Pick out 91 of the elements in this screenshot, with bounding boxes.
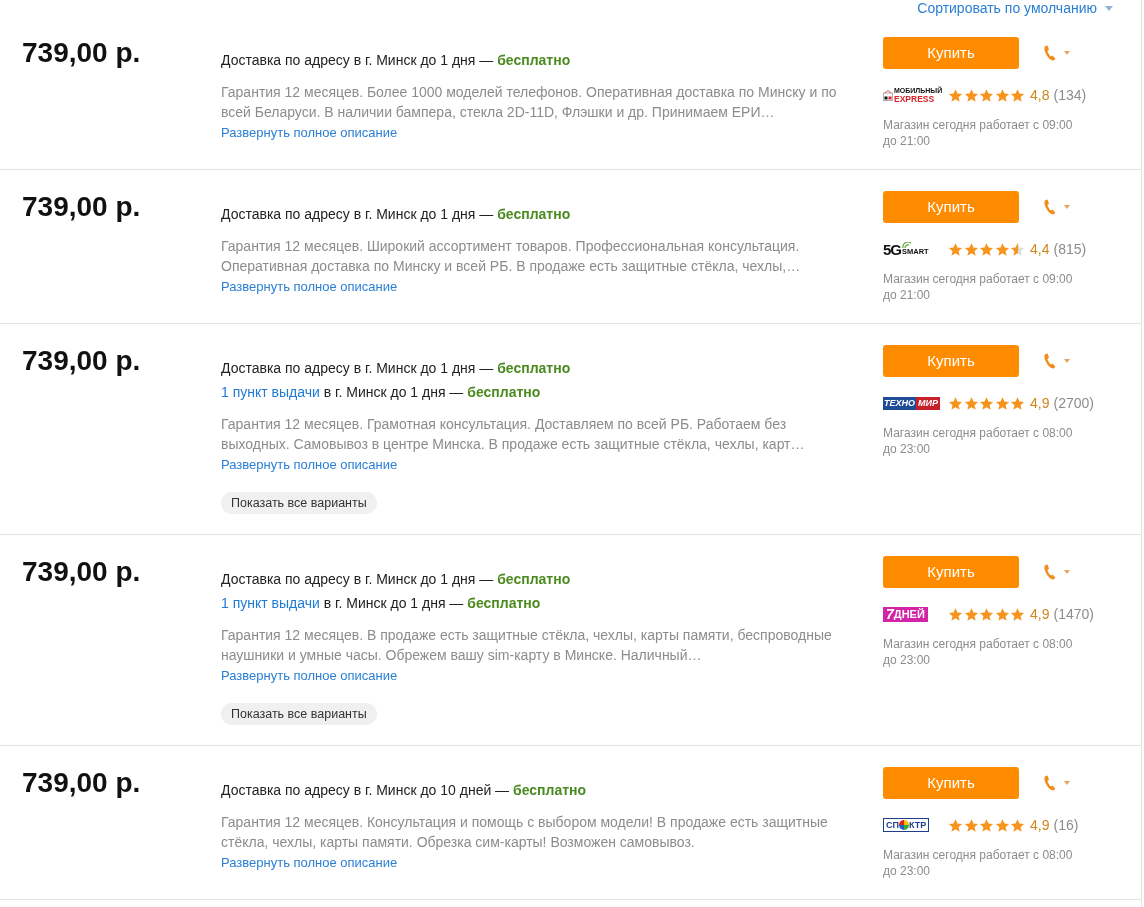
review-count: (134) (1053, 86, 1087, 105)
star-icon (963, 395, 979, 411)
store-logo: 7ДНЕЙ (883, 606, 928, 622)
store-hours: Магазин сегодня работает с 09:00 до 21:00 (883, 117, 1074, 149)
star-icon (963, 241, 979, 257)
sort-link[interactable]: Сортировать по умолчанию (917, 0, 1097, 16)
expand-description-link[interactable]: Развернуть полное описание (221, 279, 398, 295)
buy-button[interactable]: Купить (883, 556, 1019, 588)
star-icon (963, 606, 979, 622)
rating-value: 4,9 (1030, 816, 1050, 835)
pickup-points-link[interactable]: 1 пункт выдачи (221, 384, 320, 400)
star-icon (948, 241, 963, 257)
signal-arcs-icon (902, 242, 912, 248)
star-icon (948, 87, 963, 103)
star-icon (994, 395, 1010, 411)
star-icon (948, 606, 963, 622)
offer-description: Гарантия 12 месяцев. Более 1000 моделей телефонов. Оперативная доставка по Минску и по всей Беларуси. В наличии бампера, стекла 2D-11D, Флэшки и др. Принимаем ЕРИ… (221, 83, 837, 122)
buy-button[interactable]: Купить (883, 345, 1019, 377)
star-icon (979, 817, 994, 833)
store-hours: Магазин сегодня работает с 08:00 до 23:00 (883, 425, 1074, 457)
rating-value: 4,9 (1030, 605, 1050, 624)
phone-icon (1043, 353, 1056, 369)
phone-icon (1043, 564, 1056, 580)
star-icon (948, 817, 963, 833)
star-icon (1010, 817, 1025, 833)
star-icon (1010, 87, 1025, 103)
phone-icon (1043, 45, 1056, 61)
store-hours: Магазин сегодня работает с 09:00 до 21:00 (883, 271, 1074, 303)
store-hours: Магазин сегодня работает с 08:00 до 23:00 (883, 847, 1074, 879)
store-logo: ТЕХНО МИР (883, 396, 940, 410)
expand-description-link[interactable]: Развернуть полное описание (221, 855, 398, 871)
buy-button[interactable]: Купить (883, 191, 1019, 223)
delivery-info: Доставка по адресу в г. Минск до 1 дня — бесплатно (221, 570, 571, 589)
phone-icon (1043, 775, 1056, 791)
rating-value: 4,4 (1030, 240, 1050, 259)
gift-box-icon (883, 89, 893, 101)
price: 739,00 р. (22, 556, 142, 588)
caret-icon (1105, 5, 1113, 11)
star-icon (979, 395, 994, 411)
phone-icon (1043, 199, 1056, 215)
delivery-info: Доставка по адресу в г. Минск до 1 дня — бесплатно (221, 51, 571, 70)
star-icon (994, 87, 1010, 103)
expand-description-link[interactable]: Развернуть полное описание (221, 125, 398, 141)
star-icon (994, 817, 1010, 833)
star-icon (963, 87, 979, 103)
rating-value: 4,8 (1030, 86, 1050, 105)
delivery-info: 1 пункт выдачи в г. Минск до 1 дня — бесплатно (221, 383, 541, 402)
logo-text: КТР (908, 820, 927, 830)
star-icon (979, 606, 994, 622)
review-count: (16) (1053, 816, 1079, 835)
star-icon (948, 395, 963, 411)
offer-description: Гарантия 12 месяцев. В продаже есть защитные стёкла, чехлы, карты памяти, беспроводные наушники и умные часы. Обрежем вашу sim-карту в Минске. Наличный… (221, 626, 833, 665)
offer-description: Гарантия 12 месяцев. Консультация и помощь с выбором модели! В продаже есть защитные стёкла, чехлы, карты памяти. Обрезка сим-карты! Возможен самовывоз. (221, 813, 829, 852)
caret-icon (1064, 51, 1070, 55)
star-icon (1010, 606, 1025, 622)
review-count: (1470) (1053, 605, 1094, 624)
star-icon (994, 606, 1010, 622)
expand-description-link[interactable]: Развернуть полное описание (221, 668, 398, 684)
buy-button[interactable]: Купить (883, 767, 1019, 799)
delivery-info: Доставка по адресу в г. Минск до 1 дня — бесплатно (221, 359, 571, 378)
delivery-info: Доставка по адресу в г. Минск до 10 дней — бесплатно (221, 781, 587, 800)
delivery-info: 1 пункт выдачи в г. Минск до 1 дня — бесплатно (221, 594, 541, 613)
caret-icon (1064, 359, 1070, 363)
review-count: (815) (1053, 240, 1087, 259)
star-icon (963, 817, 979, 833)
caret-icon (1064, 781, 1070, 785)
offer-description: Гарантия 12 месяцев. Грамотная консультация. Доставляем по всей РБ. Работаем без выходных. Самовывоз в центре Минска. В продаже есть защитные стёкла, чехлы, карт… (221, 415, 806, 454)
logo-text: 5G (883, 241, 901, 257)
expand-description-link[interactable]: Развернуть полное описание (221, 457, 398, 473)
delivery-info: Доставка по адресу в г. Минск до 1 дня — бесплатно (221, 205, 571, 224)
pickup-points-link[interactable]: 1 пункт выдачи (221, 595, 320, 611)
show-variants-button[interactable]: Показать все варианты (221, 703, 377, 725)
color-wheel-icon (898, 820, 909, 830)
logo-text: СП (886, 820, 899, 830)
price: 739,00 р. (22, 37, 142, 69)
caret-icon (1064, 205, 1070, 209)
caret-icon (1064, 570, 1070, 574)
price: 739,00 р. (22, 191, 142, 223)
star-icon (994, 241, 1010, 257)
buy-button[interactable]: Купить (883, 37, 1019, 69)
show-variants-button[interactable]: Показать все варианты (221, 492, 377, 514)
price: 739,00 р. (22, 767, 142, 799)
star-icon (1010, 395, 1025, 411)
offer-description: Гарантия 12 месяцев. Широкий ассортимент товаров. Профессиональная консультация. Оперативная доставка по Минску и всей РБ. В продаже есть защитные стёкла, чехлы,… (221, 237, 802, 276)
rating-value: 4,9 (1030, 394, 1050, 413)
star-icon (1010, 241, 1025, 257)
store-hours: Магазин сегодня работает с 08:00 до 23:00 (883, 636, 1074, 668)
price: 739,00 р. (22, 345, 142, 377)
star-icon (979, 241, 994, 257)
star-icon (979, 87, 994, 103)
review-count: (2700) (1053, 394, 1094, 413)
